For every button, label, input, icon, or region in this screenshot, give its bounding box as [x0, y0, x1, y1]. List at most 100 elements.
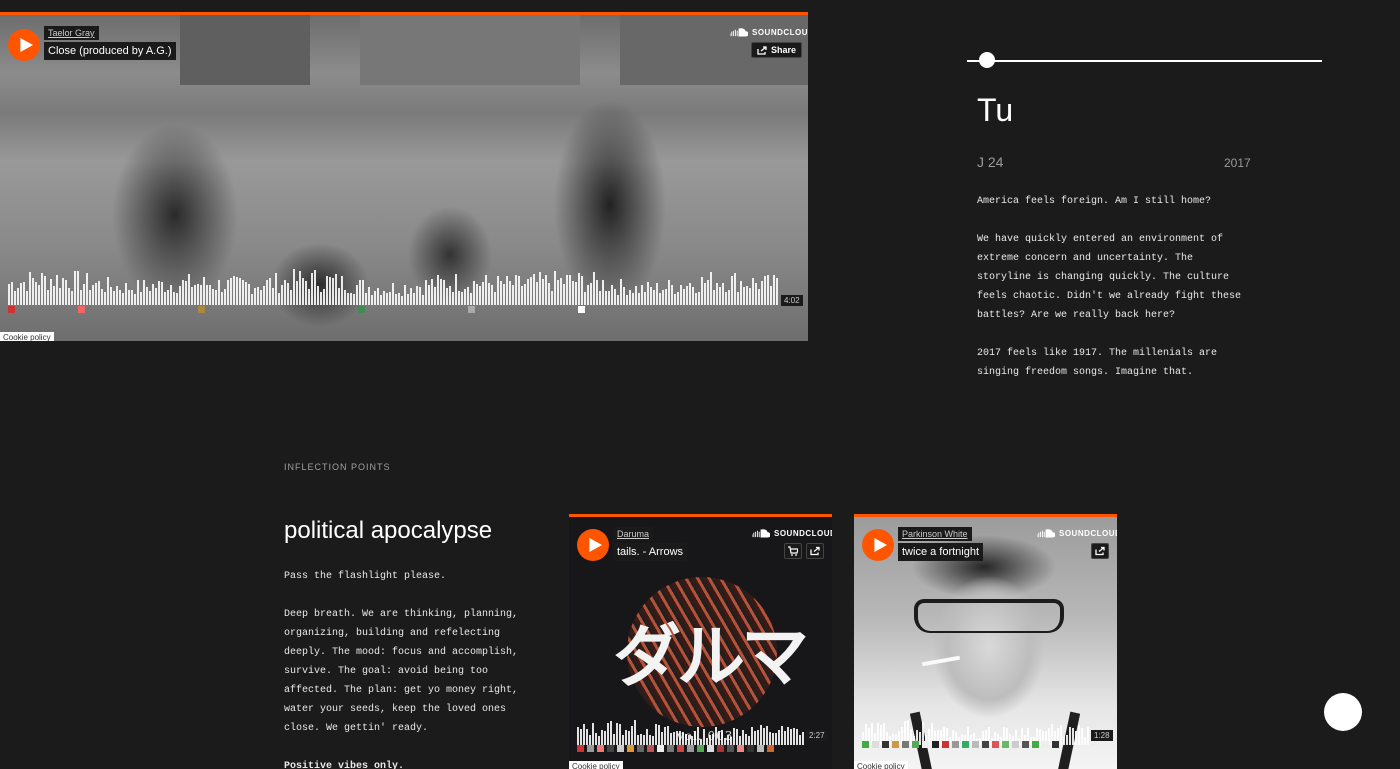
waveform-bar: [311, 273, 313, 305]
waveform-bar: [230, 278, 232, 305]
paragraph: 2017 feels like 1917. The millenials are…: [977, 344, 1241, 382]
daruma-soundcloud-player[interactable]: ダルマ vol. 003 Daruma tails. - Arrows SOUN…: [569, 514, 832, 769]
artist-link[interactable]: Parkinson White: [898, 527, 972, 541]
soundcloud-label: SOUNDCLOUD: [752, 28, 808, 37]
slider-track[interactable]: [967, 60, 1322, 62]
waveform-bar: [670, 733, 672, 745]
soundcloud-icon: [730, 28, 748, 37]
play-button[interactable]: [577, 529, 609, 561]
waveform-bar: [422, 295, 424, 305]
comment-markers[interactable]: [8, 306, 585, 314]
waveform-bar: [563, 284, 565, 305]
waveform-bar: [740, 281, 742, 305]
buy-button[interactable]: [784, 543, 802, 559]
waveform-bar: [380, 295, 382, 305]
progress-slider[interactable]: [967, 52, 1322, 68]
waveform-bar: [710, 272, 712, 305]
track-duration: 4:02: [781, 295, 803, 306]
post-date-day: J 24: [977, 154, 1004, 170]
waveform-bar: [572, 281, 574, 305]
waveform-bar: [632, 293, 634, 305]
waveform-bar: [772, 733, 774, 745]
waveform-bar: [467, 287, 469, 305]
waveform-bar: [137, 280, 139, 305]
waveform-bar: [413, 293, 415, 305]
waveform-bar: [718, 731, 720, 745]
soundcloud-logo[interactable]: SOUNDCLOUD: [730, 28, 808, 37]
waveform-bar: [610, 721, 612, 745]
waveform-bar: [751, 727, 753, 745]
waveform-bar: [419, 287, 421, 305]
waveform-bar: [395, 294, 397, 305]
paragraph: Pass the flashlight please.: [284, 567, 518, 586]
waveform-bar: [407, 294, 409, 305]
waveform-bar: [344, 290, 346, 305]
main-soundcloud-player[interactable]: Taelor Gray Close (produced by A.G.) SOU…: [0, 12, 808, 341]
waveform-bar: [107, 277, 109, 305]
waveform-bar: [659, 293, 661, 305]
cookie-policy-link[interactable]: Cookie policy: [854, 761, 908, 769]
track-title[interactable]: twice a fortnight: [898, 543, 984, 561]
waveform-bar: [269, 278, 271, 305]
waveform-bar: [62, 278, 64, 305]
text-line: battles? Are we really back here?: [977, 310, 1176, 321]
text-line: water your seeds, keep the loved ones: [284, 704, 507, 715]
waveform-bar: [197, 284, 199, 305]
waveform-bar: [143, 280, 145, 305]
waveform-bar: [656, 283, 658, 305]
waveform-bar: [29, 272, 31, 305]
waveform[interactable]: [577, 717, 805, 745]
waveform-bar: [652, 736, 654, 745]
waveform-bar: [8, 284, 10, 305]
waveform-bar: [539, 272, 541, 305]
waveform-bar: [302, 278, 304, 305]
waveform-bar: [734, 273, 736, 305]
waveform-bar: [140, 292, 142, 305]
comment-markers[interactable]: [577, 745, 774, 753]
waveform-bar: [449, 286, 451, 305]
text-line: America feels foreign. Am I still home?: [977, 196, 1212, 207]
waveform-bar: [23, 282, 25, 305]
cookie-policy-link[interactable]: Cookie policy: [569, 761, 623, 769]
waveform-bar: [275, 273, 277, 305]
waveform-bar: [761, 281, 763, 305]
parkinson-white-soundcloud-player[interactable]: Parkinson White twice a fortnight SOUNDC…: [854, 514, 1117, 769]
waveform-bar: [703, 729, 705, 745]
waveform-bar: [665, 289, 667, 305]
soundcloud-logo[interactable]: SOUNDCLOUD: [1037, 529, 1117, 538]
waveform-bar: [263, 286, 265, 305]
waveform-bar: [721, 730, 723, 745]
waveform-bar: [748, 736, 750, 745]
waveform-bar: [583, 724, 585, 745]
waveform-bar: [125, 283, 127, 305]
waveform-bar: [146, 287, 148, 305]
share-button[interactable]: [1091, 543, 1109, 559]
track-title[interactable]: tails. - Arrows: [613, 543, 688, 561]
waveform-bar: [706, 738, 708, 745]
waveform-bar: [709, 735, 711, 745]
share-button[interactable]: Share: [751, 42, 803, 58]
artist-link[interactable]: Taelor Gray: [44, 26, 99, 40]
waveform-bar: [515, 275, 517, 305]
waveform-bar: [796, 729, 798, 745]
text-line: singing freedom songs. Imagine that.: [977, 367, 1194, 378]
waveform-bar: [626, 295, 628, 305]
waveform-bar: [757, 730, 759, 745]
scroll-circle-button[interactable]: [1324, 693, 1362, 731]
cookie-policy-link[interactable]: Cookie policy: [0, 332, 54, 341]
comment-markers[interactable]: [862, 741, 1059, 749]
share-button[interactable]: [806, 543, 824, 559]
waveform-bar: [533, 274, 535, 305]
waveform[interactable]: [8, 265, 780, 305]
play-button[interactable]: [862, 529, 894, 561]
waveform-bar: [725, 292, 727, 305]
waveform-bar: [578, 273, 580, 305]
track-title[interactable]: Close (produced by A.G.): [44, 42, 176, 60]
waveform-bar: [323, 289, 325, 305]
waveform-bar: [119, 290, 121, 305]
soundcloud-logo[interactable]: SOUNDCLOUD: [752, 529, 832, 538]
waveform-bar: [488, 283, 490, 305]
slider-knob[interactable]: [979, 52, 995, 68]
artist-link[interactable]: Daruma: [613, 527, 654, 541]
play-button[interactable]: [8, 29, 40, 61]
